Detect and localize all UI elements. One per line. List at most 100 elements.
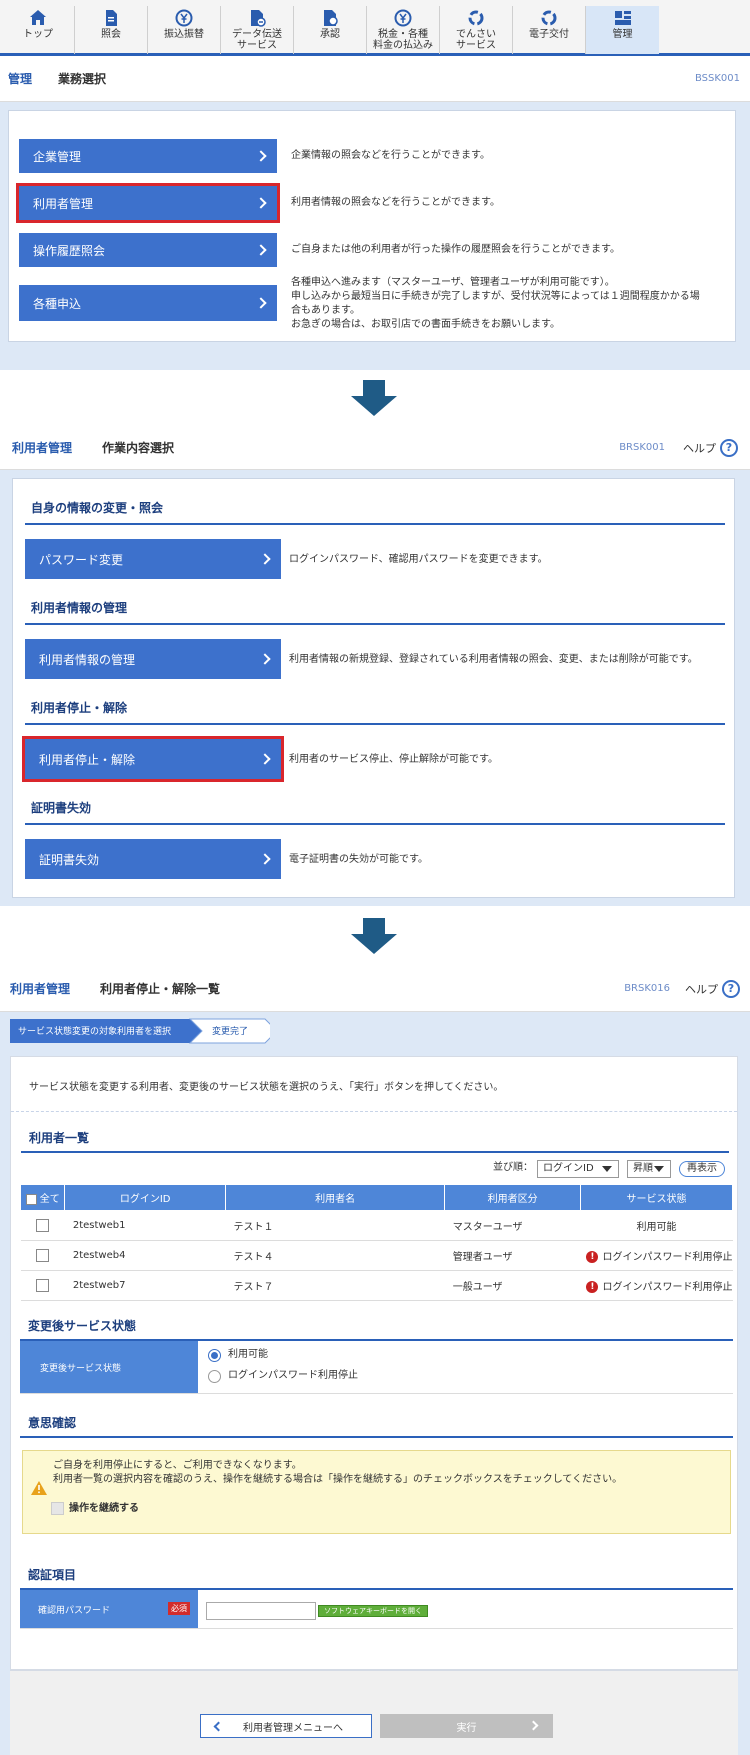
col-select-all[interactable]: 全て [19,1184,66,1211]
page-title: 業務選択 [58,72,107,86]
help-link[interactable]: ヘルプ [683,440,716,456]
status-option-suspend-radio[interactable] [208,1370,221,1383]
redisplay-button[interactable]: 再表示 [679,1161,725,1177]
row-checkbox[interactable] [36,1279,50,1292]
step-1: サービス状態変更の対象利用者を選択 [18,1027,172,1037]
alert-icon: ! [586,1251,599,1263]
button-label: 証明書失効 [39,852,100,867]
execute-button[interactable]: 実行 [380,1714,553,1738]
breadcrumb-root: 利用者管理 [10,982,71,996]
chevron-right-icon [259,853,271,865]
nav-item-7[interactable]: 電子交付 [513,6,586,54]
page-title: 利用者停止・解除一覧 [100,982,221,996]
warning-text: ご自身を利用停止にすると、ご利用できなくなります。 利用者一覧の選択内容を確認の… [53,1460,623,1485]
menu-button-label: 企業管理 [33,149,82,164]
help-icon[interactable]: ? [722,980,740,998]
cell-service-status: ! ログインパスワード利用停止 [580,1240,733,1271]
alert-icon: ! [586,1281,599,1293]
user-table: 全て ログインID 利用者名 利用者区分 サービス状態 2testweb1 テス… [19,1184,734,1301]
breadcrumb-root: 管理 [8,72,33,86]
help-link[interactable]: ヘルプ [685,981,718,997]
section-title-user-list: 利用者一覧 [29,1131,90,1145]
nav-item-4[interactable]: 承認 [294,6,367,54]
status-option-available-radio[interactable] [208,1349,221,1362]
user-suspend-release-button[interactable]: 利用者停止・解除 [22,736,284,782]
circular-arrows-icon [540,9,558,27]
flow-arrow-icon [351,918,397,954]
section-title-confirm: 意思確認 [28,1416,77,1430]
status-option-label: 利用可能 [228,1349,268,1360]
circular-arrows-icon [467,9,485,27]
chevron-right-icon [259,553,271,565]
nav-item-label: データ伝送 サービス [232,29,282,51]
nav-item-label: でんさい サービス [456,29,496,51]
password-change-button[interactable]: パスワード変更 [25,539,281,579]
warning-triangle-icon [31,1481,47,1495]
software-keyboard-button[interactable]: ソフトウェアキーボードを開く [318,1605,428,1617]
col-user-name: 利用者名 [224,1184,446,1211]
col-login-id: ログインID [64,1184,226,1211]
nav-item-5[interactable]: 税金・各種 料金の払込み [367,6,440,54]
chevron-left-icon [213,1721,224,1732]
sort-key-select[interactable]: ログインID [537,1160,619,1178]
screen-code: BRSK016 [624,983,670,994]
menu-button-applications[interactable]: 各種申込 [19,285,277,321]
status-option-label: ログインパスワード利用停止 [228,1370,358,1381]
sort-order-select[interactable]: 昇順 [627,1160,671,1178]
menu-button-user-management[interactable]: 利用者管理 [16,183,280,223]
global-nav: トップ 照会 振込振替 データ伝送 サービス 承認 税金・各種 料金の払込み でんさい サー… [0,0,750,56]
confirm-password-input[interactable] [206,1602,316,1620]
instruction-text: サービス状態を変更する利用者、変更後のサービス状態を選択のうえ、「実行」ボタンを… [29,1082,504,1093]
row-checkbox[interactable] [36,1249,50,1262]
cell-login-id: 2testweb4 [64,1240,226,1271]
section-divider [25,623,725,625]
nav-item-label: 電子交付 [529,29,569,40]
col-user-type: 利用者区分 [444,1184,581,1211]
nav-item-label: 管理 [612,29,633,40]
task-desc: 利用者のサービス停止、停止解除が可能です。 [289,754,498,765]
menu-desc: ご自身または他の利用者が行った操作の履歴照会を行うことができます。 [291,244,620,255]
button-label: 利用者管理メニューへ [243,1722,343,1734]
menu-button-label: 操作履歴照会 [33,243,106,258]
nav-item-6[interactable]: でんさい サービス [440,6,513,54]
cell-user-type: 一般ユーザ [444,1270,581,1301]
task-panel: 自身の情報の変更・照会 パスワード変更 ログインパスワード、確認用パスワードを変… [12,478,735,898]
management-icon [614,9,632,27]
nav-item-1[interactable]: 照会 [75,6,148,54]
back-to-user-menu-button[interactable]: 利用者管理メニューへ [200,1714,372,1738]
yen-coin-icon [394,9,412,27]
task-desc: 電子証明書の失効が可能です。 [289,854,428,865]
nav-item-label: 税金・各種 料金の払込み [373,29,433,51]
menu-button-company[interactable]: 企業管理 [19,139,277,173]
certificate-revoke-button[interactable]: 証明書失効 [25,839,281,879]
menu-button-operation-history[interactable]: 操作履歴照会 [19,233,277,267]
divider [11,1111,737,1112]
cell-service-status: ! ログインパスワード利用停止 [580,1270,733,1301]
screen3-body: サービス状態変更の対象利用者を選択 変更完了 サービス状態を変更する利用者、変更… [0,1012,750,1755]
select-all-checkbox[interactable] [25,1193,37,1205]
help-icon[interactable]: ? [720,439,738,457]
screen-code: BRSK001 [619,442,665,453]
chevron-right-icon [528,1720,539,1731]
nav-item-0[interactable]: トップ [2,6,75,54]
sort-label: 並び順： [493,1162,533,1173]
menu-button-label: 各種申込 [33,296,82,311]
nav-item-8[interactable]: 管理 [586,6,659,54]
section-divider [20,1436,733,1438]
section-title: 自身の情報の変更・照会 [31,501,164,515]
continue-checkbox[interactable] [51,1502,64,1515]
section-title-status: 変更後サービス状態 [28,1319,137,1333]
yen-coin-icon [175,9,193,27]
screen-code: BSSK001 [694,73,740,84]
chevron-right-icon [259,653,271,665]
row-checkbox[interactable] [36,1219,50,1232]
menu-button-label: 利用者管理 [33,196,94,211]
nav-item-3[interactable]: データ伝送 サービス [221,6,294,54]
nav-item-2[interactable]: 振込振替 [148,6,221,54]
menu-desc: 企業情報の照会などを行うことができます。 [291,150,490,161]
global-nav-items: トップ 照会 振込振替 データ伝送 サービス 承認 税金・各種 料金の払込み でんさい サー… [2,6,659,54]
section-divider [25,723,725,725]
user-info-management-button[interactable]: 利用者情報の管理 [25,639,281,679]
screen2-header: 利用者管理 作業内容選択 BRSK001 ヘルプ ? [0,426,750,470]
menu-desc: 利用者情報の照会などを行うことができます。 [291,197,500,208]
